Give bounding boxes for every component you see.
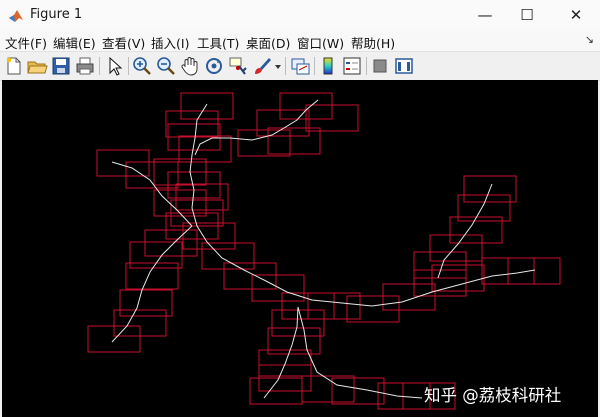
menu-tools[interactable]: 工具(T) [197, 33, 239, 52]
window-title: Figure 1 [30, 7, 83, 22]
menu-window[interactable]: 窗口(W) [297, 33, 344, 52]
maximize-button[interactable]: ☐ [504, 0, 550, 31]
figure-canvas[interactable] [2, 80, 598, 417]
zoom-in-icon[interactable] [131, 55, 153, 77]
close-button[interactable]: ✕ [553, 0, 599, 31]
pan-icon[interactable] [179, 55, 201, 77]
show-plot-tools-icon[interactable] [393, 55, 415, 77]
new-figure-icon[interactable] [3, 55, 25, 77]
link-plot-icon[interactable] [289, 55, 311, 77]
menu-desktop[interactable]: 桌面(D) [246, 33, 290, 52]
menu-insert[interactable]: 插入(I) [151, 33, 189, 52]
toolbar-separator [314, 57, 315, 75]
plot-area [87, 92, 561, 410]
save-icon[interactable] [50, 55, 72, 77]
menu-bar: 文件(F) 编辑(E) 查看(V) 插入(I) 工具(T) 桌面(D) 窗口(W… [0, 31, 600, 51]
hide-plot-tools-icon[interactable] [369, 55, 391, 77]
data-cursor-icon[interactable] [227, 55, 249, 77]
toolbar-separator [128, 57, 129, 75]
menu-view[interactable]: 查看(V) [102, 33, 145, 52]
menu-edit[interactable]: 编辑(E) [53, 33, 96, 52]
title-bar: Figure 1 — ☐ ✕ [0, 0, 600, 32]
bounding-boxes [87, 92, 561, 410]
legend-icon[interactable] [341, 55, 363, 77]
dock-arrow-icon[interactable]: ↘ [585, 33, 594, 46]
toolbar-separator [285, 57, 286, 75]
menu-file[interactable]: 文件(F) [5, 33, 47, 52]
zoom-out-icon[interactable] [155, 55, 177, 77]
watermark-text: 知乎 @荔枝科研社 [424, 386, 562, 405]
menu-help[interactable]: 帮助(H) [351, 33, 395, 52]
minimize-button[interactable]: — [462, 0, 508, 31]
trajectory-paths [111, 99, 536, 399]
print-icon[interactable] [74, 55, 96, 77]
colorbar-icon[interactable] [317, 55, 339, 77]
figure-toolbar [0, 51, 600, 81]
brush-icon[interactable] [251, 55, 273, 77]
toolbar-separator [99, 57, 100, 75]
pointer-icon[interactable] [103, 55, 125, 77]
open-file-icon[interactable] [26, 55, 48, 77]
matlab-app-icon [9, 10, 23, 22]
toolbar-separator [366, 57, 367, 75]
brush-dropdown-icon[interactable] [273, 55, 283, 77]
rotate-3d-icon[interactable] [203, 55, 225, 77]
